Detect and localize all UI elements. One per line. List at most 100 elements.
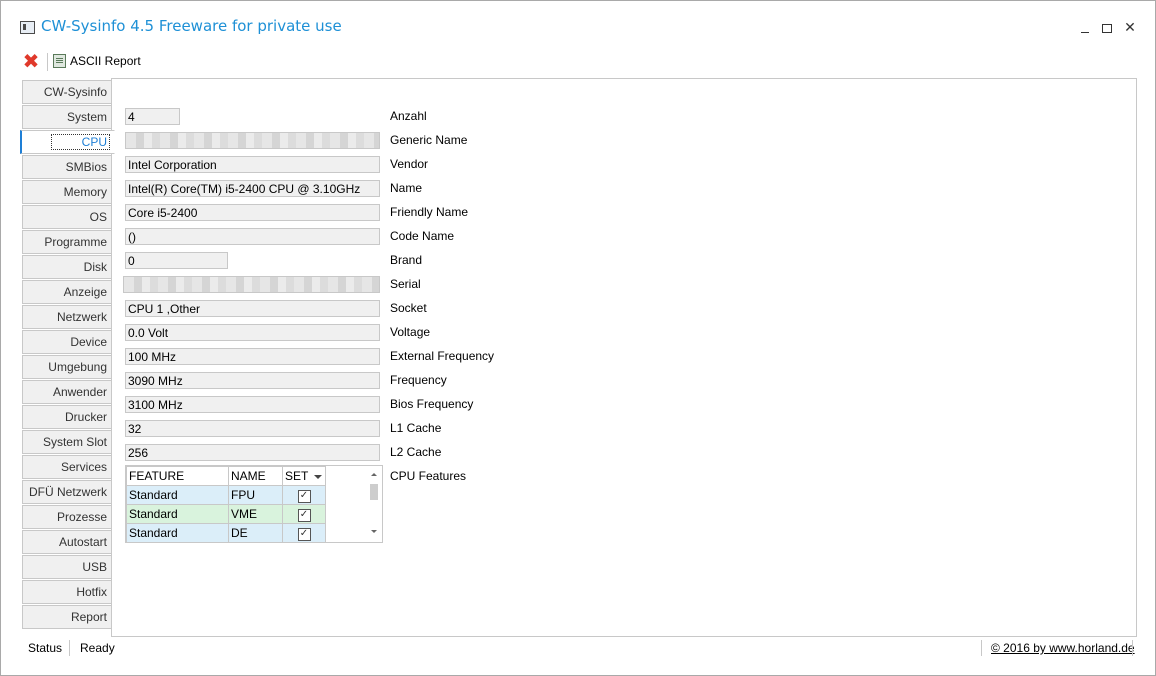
toolbar: ✖ ASCII Report <box>19 51 319 73</box>
tab-autostart[interactable]: Autostart <box>22 530 112 554</box>
field-generic-name[interactable] <box>125 132 380 149</box>
checkbox-set[interactable]: ✓ <box>297 528 311 541</box>
field-external-frequency[interactable]: 100 MHz <box>125 348 380 365</box>
tab-smbios[interactable]: SMBios <box>22 155 112 179</box>
app-icon <box>20 21 35 34</box>
field-serial[interactable] <box>123 276 380 293</box>
tab-anwender[interactable]: Anwender <box>22 380 112 404</box>
ascii-report-button[interactable]: ASCII Report <box>53 53 141 71</box>
field-bios-frequency[interactable]: 3100 MHz <box>125 396 380 413</box>
tab-usb[interactable]: USB <box>22 555 112 579</box>
cpu-panel: 4 Intel Corporation Intel(R) Core(TM) i5… <box>111 78 1137 637</box>
field-brand[interactable]: 0 <box>125 252 228 269</box>
label-generic-name: Generic Name <box>390 133 468 147</box>
label-brand: Brand <box>390 253 423 267</box>
label-frequency: Frequency <box>390 373 447 387</box>
field-frequency[interactable]: 3090 MHz <box>125 372 380 389</box>
grid-header-row: FEATURE NAME SET <box>126 466 326 486</box>
field-socket[interactable]: CPU 1 ,Other <box>125 300 380 317</box>
cell-set: ✓ <box>282 485 326 505</box>
field-l2-cache[interactable]: 256 <box>125 444 380 461</box>
field-code-name[interactable]: () <box>125 228 380 245</box>
cell-feature: Standard <box>126 504 229 524</box>
minimize-button[interactable] <box>1073 16 1097 38</box>
tab-cpu-label: CPU <box>50 134 110 150</box>
tab-cw-sysinfo[interactable]: CW-Sysinfo <box>22 80 112 104</box>
tab-anzeige[interactable]: Anzeige <box>22 280 112 304</box>
app-window: CW-Sysinfo 4.5 Freeware for private use … <box>0 0 1156 676</box>
tab-netzwerk[interactable]: Netzwerk <box>22 305 112 329</box>
tab-report[interactable]: Report <box>22 605 112 629</box>
label-voltage: Voltage <box>390 325 431 339</box>
field-name[interactable]: Intel(R) Core(TM) i5-2400 CPU @ 3.10GHz <box>125 180 380 197</box>
exit-button[interactable]: ✖ <box>22 51 40 73</box>
status-separator <box>1132 640 1133 656</box>
title-bar[interactable]: CW-Sysinfo 4.5 Freeware for private use … <box>1 1 1155 47</box>
label-name: Name <box>390 181 423 195</box>
status-separator <box>981 640 982 656</box>
scroll-thumb[interactable] <box>370 484 378 500</box>
field-friendly-name[interactable]: Core i5-2400 <box>125 204 380 221</box>
cell-set: ✓ <box>282 523 326 543</box>
status-bar: Status Ready © 2016 by www.horland.de <box>1 637 1155 659</box>
table-row[interactable]: Standard VME ✓ <box>126 504 326 524</box>
status-label: Status <box>28 641 63 655</box>
label-anzahl: Anzahl <box>390 109 427 123</box>
status-value: Ready <box>80 641 115 655</box>
sort-arrow-icon <box>314 474 323 479</box>
tab-services[interactable]: Services <box>22 455 112 479</box>
tab-device[interactable]: Device <box>22 330 112 354</box>
table-row[interactable]: Standard FPU ✓ <box>126 485 326 505</box>
label-serial: Serial <box>390 277 421 291</box>
grid-scrollbar[interactable] <box>367 466 382 542</box>
maximize-icon <box>1102 23 1112 33</box>
cpu-features-table: FEATURE NAME SET Standard FPU ✓ Standard… <box>126 466 326 543</box>
cell-name: FPU <box>228 485 283 505</box>
label-code-name: Code Name <box>390 229 455 243</box>
maximize-button[interactable] <box>1095 16 1119 38</box>
cpu-features-grid[interactable]: FEATURE NAME SET Standard FPU ✓ Standard… <box>125 465 383 543</box>
scroll-down-icon[interactable] <box>371 530 377 533</box>
label-external-frequency: External Frequency <box>390 349 495 363</box>
label-l2-cache: L2 Cache <box>390 445 442 459</box>
column-header-set[interactable]: SET <box>282 466 326 486</box>
tab-os[interactable]: OS <box>22 205 112 229</box>
tab-programme[interactable]: Programme <box>22 230 112 254</box>
checkbox-set[interactable]: ✓ <box>297 490 311 503</box>
label-bios-frequency: Bios Frequency <box>390 397 474 411</box>
label-cpu-features: CPU Features <box>390 469 467 483</box>
field-anzahl[interactable]: 4 <box>125 108 180 125</box>
close-icon: ✕ <box>1124 19 1136 35</box>
tab-memory[interactable]: Memory <box>22 180 112 204</box>
tab-prozesse[interactable]: Prozesse <box>22 505 112 529</box>
column-header-set-label: SET <box>285 469 309 483</box>
scroll-up-icon[interactable] <box>371 473 377 476</box>
ascii-report-label: ASCII Report <box>70 53 141 68</box>
tab-system[interactable]: System <box>22 105 112 129</box>
field-l1-cache[interactable]: 32 <box>125 420 380 437</box>
tab-cpu[interactable]: CPU <box>20 130 115 154</box>
table-row[interactable]: Standard DE ✓ <box>126 523 326 543</box>
tab-disk[interactable]: Disk <box>22 255 112 279</box>
tab-umgebung[interactable]: Umgebung <box>22 355 112 379</box>
tab-hotfix[interactable]: Hotfix <box>22 580 112 604</box>
tab-drucker[interactable]: Drucker <box>22 405 112 429</box>
window-title: CW-Sysinfo 4.5 Freeware for private use <box>41 17 342 35</box>
cell-name: VME <box>228 504 283 524</box>
field-vendor[interactable]: Intel Corporation <box>125 156 380 173</box>
label-vendor: Vendor <box>390 157 429 171</box>
cell-set: ✓ <box>282 504 326 524</box>
status-separator <box>69 640 70 656</box>
copyright-link[interactable]: © 2016 by www.horland.de <box>991 641 1135 655</box>
label-friendly-name: Friendly Name <box>390 205 469 219</box>
checkbox-set[interactable]: ✓ <box>297 509 311 522</box>
field-voltage[interactable]: 0.0 Volt <box>125 324 380 341</box>
column-header-name[interactable]: NAME <box>228 466 283 486</box>
report-icon <box>53 53 66 68</box>
red-x-icon: ✖ <box>22 51 40 73</box>
cell-feature: Standard <box>126 485 229 505</box>
tab-system-slot[interactable]: System Slot <box>22 430 112 454</box>
close-window-button[interactable]: ✕ <box>1118 16 1142 38</box>
column-header-feature[interactable]: FEATURE <box>126 466 229 486</box>
tab-dfu-netzwerk[interactable]: DFÜ Netzwerk <box>22 480 112 504</box>
